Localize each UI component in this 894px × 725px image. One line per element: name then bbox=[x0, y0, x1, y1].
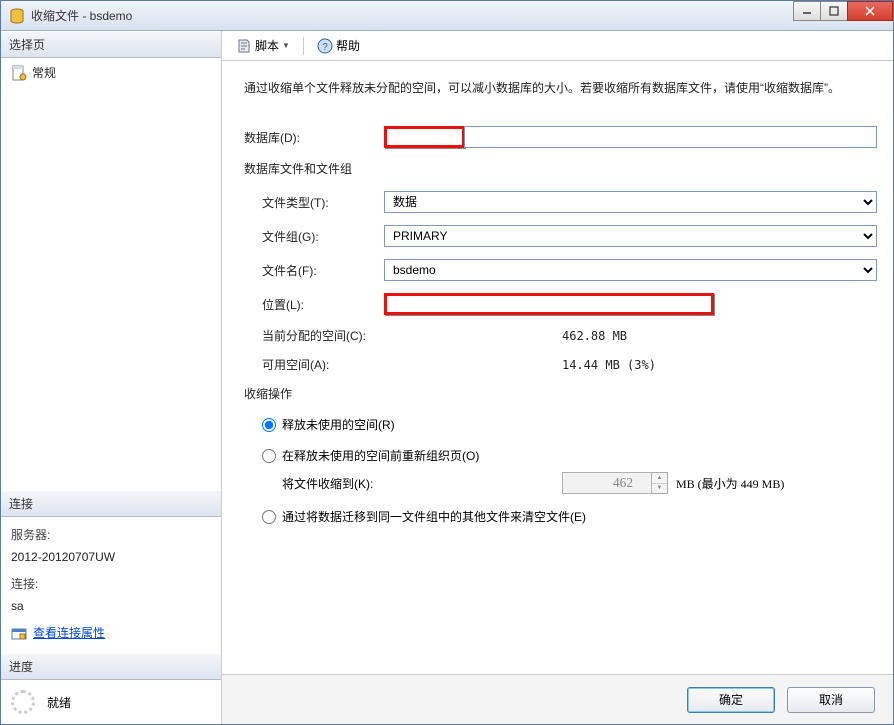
location-redbox bbox=[384, 293, 714, 315]
radio-reorganize-label: 在释放未使用的空间前重新组织页(O) bbox=[282, 447, 479, 464]
current-alloc-value: 462.88 MB bbox=[562, 329, 877, 343]
conn-label: 连接: bbox=[11, 574, 211, 596]
shrink-action-label: 收缩操作 bbox=[244, 385, 877, 402]
view-connection-props-link[interactable]: 查看连接属性 bbox=[33, 623, 105, 645]
main-form: 通过收缩单个文件释放未分配的空间，可以减小数据库的大小。若要收缩所有数据库文件，… bbox=[222, 61, 893, 674]
filename-select[interactable]: bsdemo bbox=[384, 259, 877, 281]
avail-value: 14.44 MB (3%) bbox=[562, 358, 877, 372]
progress-panel: 就绪 bbox=[1, 680, 221, 724]
database-input[interactable] bbox=[464, 126, 877, 148]
filetype-label: 文件类型(T): bbox=[262, 194, 384, 211]
avail-label: 可用空间(A): bbox=[262, 356, 562, 373]
connection-header: 连接 bbox=[1, 490, 221, 517]
chevron-down-icon: ▼ bbox=[282, 41, 290, 50]
radio-release-unused-label: 释放未使用的空间(R) bbox=[282, 416, 395, 433]
shrink-to-spinner: ▲▼ bbox=[652, 472, 668, 494]
separator bbox=[303, 37, 304, 55]
database-redbox bbox=[384, 126, 465, 148]
conn-value: sa bbox=[11, 596, 211, 618]
maximize-button[interactable] bbox=[820, 1, 848, 21]
description-text: 通过收缩单个文件释放未分配的空间，可以减小数据库的大小。若要收缩所有数据库文件，… bbox=[244, 79, 877, 98]
current-alloc-label: 当前分配的空间(C): bbox=[262, 327, 562, 344]
content-area: 脚本 ▼ ? 帮助 通过收缩单个文件释放未分配的空间，可以减小数据库的大小。若要… bbox=[222, 31, 893, 724]
server-value: 2012-20120707UW bbox=[11, 547, 211, 569]
close-button[interactable] bbox=[847, 1, 893, 21]
radio-reorganize[interactable] bbox=[262, 449, 276, 463]
database-icon bbox=[9, 8, 25, 24]
shrink-to-label: 将文件收缩到(K): bbox=[282, 475, 562, 492]
filegroup-section-label: 数据库文件和文件组 bbox=[244, 160, 877, 177]
cancel-button[interactable]: 取消 bbox=[787, 687, 875, 713]
window-buttons bbox=[794, 1, 893, 21]
database-label: 数据库(D): bbox=[244, 129, 384, 146]
help-button[interactable]: ? 帮助 bbox=[313, 35, 364, 56]
radio-empty-file-label: 通过将数据迁移到同一文件组中的其他文件来清空文件(E) bbox=[282, 508, 586, 525]
shrink-to-input bbox=[562, 472, 652, 494]
server-label: 服务器: bbox=[11, 525, 211, 547]
filename-label: 文件名(F): bbox=[262, 262, 384, 279]
sidebar: 选择页 常规 连接 服务器: 2012-20120707UW 连接: sa 查看… bbox=[1, 31, 222, 724]
window-title: 收缩文件 - bsdemo bbox=[31, 7, 794, 24]
dialog-window: 收缩文件 - bsdemo 选择页 常规 连接 服务器: 2012-201207… bbox=[0, 0, 894, 725]
svg-text:?: ? bbox=[322, 42, 328, 53]
progress-header: 进度 bbox=[1, 653, 221, 680]
spinner-down-icon: ▼ bbox=[652, 484, 667, 494]
titlebar[interactable]: 收缩文件 - bsdemo bbox=[1, 1, 893, 31]
sidebar-item-label: 常规 bbox=[32, 64, 56, 81]
ok-button[interactable]: 确定 bbox=[687, 687, 775, 713]
progress-spinner-icon bbox=[11, 690, 35, 714]
radio-release-unused[interactable] bbox=[262, 418, 276, 432]
help-label: 帮助 bbox=[336, 37, 360, 54]
toolbar: 脚本 ▼ ? 帮助 bbox=[222, 31, 893, 61]
sidebar-item-general[interactable]: 常规 bbox=[5, 62, 217, 83]
shrink-to-suffix: MB (最小为 449 MB) bbox=[676, 475, 784, 492]
dialog-footer: 确定 取消 bbox=[222, 674, 893, 724]
page-icon bbox=[11, 65, 27, 81]
script-icon bbox=[236, 38, 252, 54]
minimize-button[interactable] bbox=[793, 1, 821, 21]
filegroup-label: 文件组(G): bbox=[262, 228, 384, 245]
properties-icon bbox=[11, 626, 27, 642]
filegroup-select[interactable]: PRIMARY bbox=[384, 225, 877, 247]
select-page-header: 选择页 bbox=[1, 31, 221, 58]
radio-empty-file[interactable] bbox=[262, 510, 276, 524]
script-label: 脚本 bbox=[255, 37, 279, 54]
script-button[interactable]: 脚本 ▼ bbox=[232, 35, 294, 56]
help-icon: ? bbox=[317, 38, 333, 54]
location-label: 位置(L): bbox=[262, 296, 384, 313]
progress-status: 就绪 bbox=[47, 694, 71, 711]
connection-panel: 服务器: 2012-20120707UW 连接: sa 查看连接属性 bbox=[1, 517, 221, 653]
filetype-select[interactable]: 数据 bbox=[384, 191, 877, 213]
spinner-up-icon: ▲ bbox=[652, 473, 667, 484]
